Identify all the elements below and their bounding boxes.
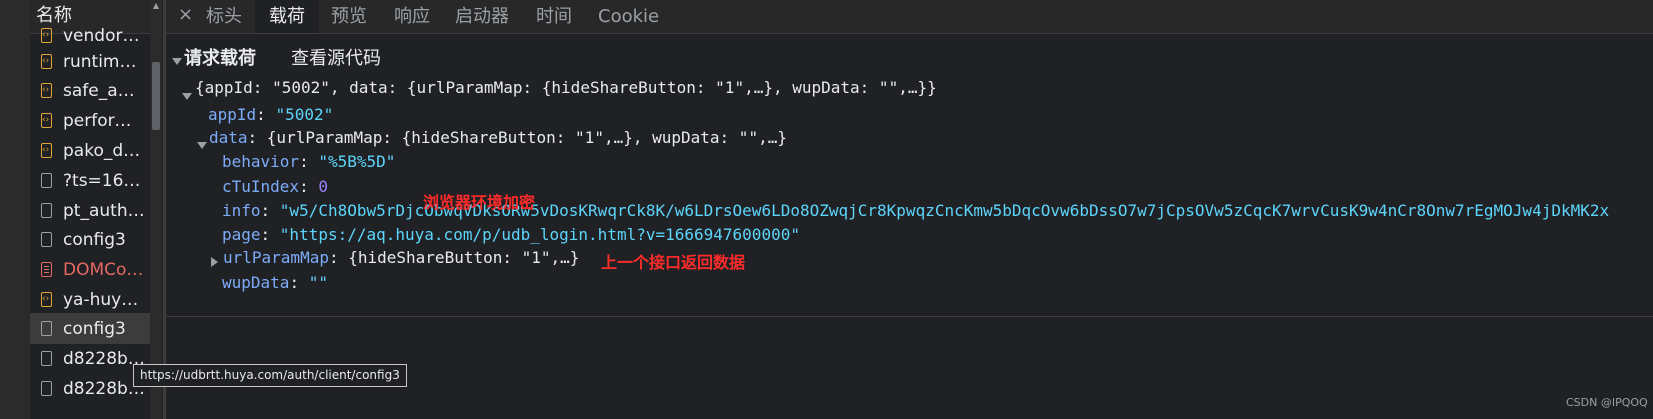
field-key: urlParamMap xyxy=(223,248,329,267)
field-wupdata[interactable]: wupData: "" xyxy=(222,273,328,292)
field-value: 0 xyxy=(318,177,328,196)
request-name: vendors~... xyxy=(63,25,145,46)
list-gutter xyxy=(0,0,30,419)
url-tooltip: https://udbrtt.huya.com/auth/client/conf… xyxy=(133,364,407,387)
root-expand-toggle[interactable] xyxy=(182,85,192,104)
field-key: appId xyxy=(208,105,257,124)
request-row[interactable]: d8228bd... xyxy=(30,343,150,374)
annotation-previous-api-data: 上一个接口返回数据 xyxy=(601,253,746,272)
triangle-down-icon xyxy=(172,58,182,65)
generic-file-icon xyxy=(41,232,52,247)
watermark: CSDN @IPQOQ xyxy=(1566,396,1648,409)
request-row[interactable]: DOMCon... xyxy=(30,254,150,285)
field-urlparammap[interactable]: urlParamMap: {hideShareButton: "1",…} xyxy=(223,248,579,267)
generic-file-icon xyxy=(41,351,52,366)
close-icon[interactable]: × xyxy=(178,0,193,30)
request-list-scrollbar[interactable]: ▲ xyxy=(150,0,162,419)
field-ctuindex[interactable]: cTuIndex: 0 xyxy=(222,177,328,196)
section-title[interactable]: 请求载荷 xyxy=(184,44,256,70)
scrollbar-thumb[interactable] xyxy=(152,62,160,130)
script-file-icon xyxy=(41,28,52,43)
view-source-link[interactable]: 查看源代码 xyxy=(291,44,381,70)
tab-response[interactable]: 响应 xyxy=(394,0,430,33)
generic-file-icon xyxy=(41,203,52,218)
scroll-up-arrow-icon[interactable]: ▲ xyxy=(151,0,161,12)
triangle-right-icon xyxy=(211,257,218,267)
script-file-icon xyxy=(41,83,52,98)
request-row[interactable]: ?ts=1666... xyxy=(30,165,150,196)
request-name: config3 xyxy=(63,318,126,339)
request-payload-section: 请求载荷 查看源代码 {appId: "5002", data: {urlPar… xyxy=(166,34,1653,317)
request-name: config3 xyxy=(63,229,126,250)
annotation-browser-encryption: 浏览器环境加密 xyxy=(423,193,536,212)
field-appid[interactable]: appId: "5002" xyxy=(208,105,333,124)
request-name: DOMCon... xyxy=(63,259,145,280)
tab-initiator[interactable]: 启动器 xyxy=(455,0,509,33)
field-page[interactable]: page: "https://aq.huya.com/p/udb_login.h… xyxy=(222,225,800,244)
generic-file-icon xyxy=(41,321,52,336)
field-key: page xyxy=(222,225,261,244)
generic-file-icon xyxy=(41,381,52,396)
tab-cookie[interactable]: Cookie xyxy=(598,0,659,33)
section-collapse-toggle[interactable] xyxy=(172,50,182,69)
field-key: behavior xyxy=(222,152,300,171)
generic-file-icon xyxy=(41,173,52,188)
field-key: wupData xyxy=(222,273,290,292)
request-row[interactable]: runtime~... xyxy=(30,46,150,77)
field-value: "%5B%5D" xyxy=(318,152,396,171)
field-value: "5002" xyxy=(275,105,334,124)
tab-timing[interactable]: 时间 xyxy=(536,0,572,33)
request-name: pt_auth.h... xyxy=(63,200,145,221)
request-row[interactable]: safe_auth... xyxy=(30,75,150,106)
script-file-icon xyxy=(41,292,52,307)
field-value: "https://aq.huya.com/p/udb_login.html?v=… xyxy=(279,225,800,244)
field-behavior[interactable]: behavior: "%5B%5D" xyxy=(222,152,395,171)
request-row-selected[interactable]: config3 xyxy=(30,313,150,344)
request-name: safe_auth... xyxy=(63,80,145,101)
tab-headers[interactable]: 标头 xyxy=(206,0,242,33)
field-key: cTuIndex xyxy=(222,177,300,196)
script-file-icon xyxy=(41,113,52,128)
tab-payload[interactable]: 载荷 xyxy=(255,0,319,33)
request-name: pako_defl... xyxy=(63,140,145,161)
data-expand-toggle[interactable] xyxy=(197,134,207,153)
payload-panel: 请求载荷 查看源代码 {appId: "5002", data: {urlPar… xyxy=(166,34,1653,419)
triangle-down-icon xyxy=(182,93,192,100)
script-file-icon xyxy=(41,143,52,158)
request-list-panel: 名称 vendors~... runtime~... safe_auth... … xyxy=(0,0,166,419)
request-row[interactable]: pako_defl... xyxy=(30,135,150,166)
field-summary: {hideShareButton: "1",…} xyxy=(348,248,580,267)
field-summary: {urlParamMap: {hideShareButton: "1",…}, … xyxy=(266,128,787,147)
request-name: runtime~... xyxy=(63,51,145,72)
field-key: info xyxy=(222,201,261,220)
request-row[interactable]: d8228bd... xyxy=(30,373,150,404)
request-row[interactable]: ya-huya.f... xyxy=(30,284,150,315)
request-row[interactable]: pt_auth.h... xyxy=(30,195,150,226)
payload-root-summary[interactable]: {appId: "5002", data: {urlParamMap: {hid… xyxy=(195,78,937,97)
urlparammap-expand-toggle[interactable] xyxy=(211,252,218,271)
tab-preview[interactable]: 预览 xyxy=(331,0,367,33)
request-name: ?ts=1666... xyxy=(63,170,145,191)
request-name: performa... xyxy=(63,110,145,131)
script-file-icon xyxy=(41,54,52,69)
request-name: ya-huya.f... xyxy=(63,289,145,310)
request-row[interactable]: config3 xyxy=(30,224,150,255)
document-file-icon xyxy=(41,262,52,277)
field-key: data xyxy=(209,128,248,147)
request-row[interactable]: performa... xyxy=(30,105,150,136)
field-value: "" xyxy=(308,273,328,292)
triangle-down-icon xyxy=(197,142,207,149)
detail-tabbar: × 标头 载荷 预览 响应 启动器 时间 Cookie xyxy=(166,0,1653,34)
field-data[interactable]: data: {urlParamMap: {hideShareButton: "1… xyxy=(209,128,787,147)
